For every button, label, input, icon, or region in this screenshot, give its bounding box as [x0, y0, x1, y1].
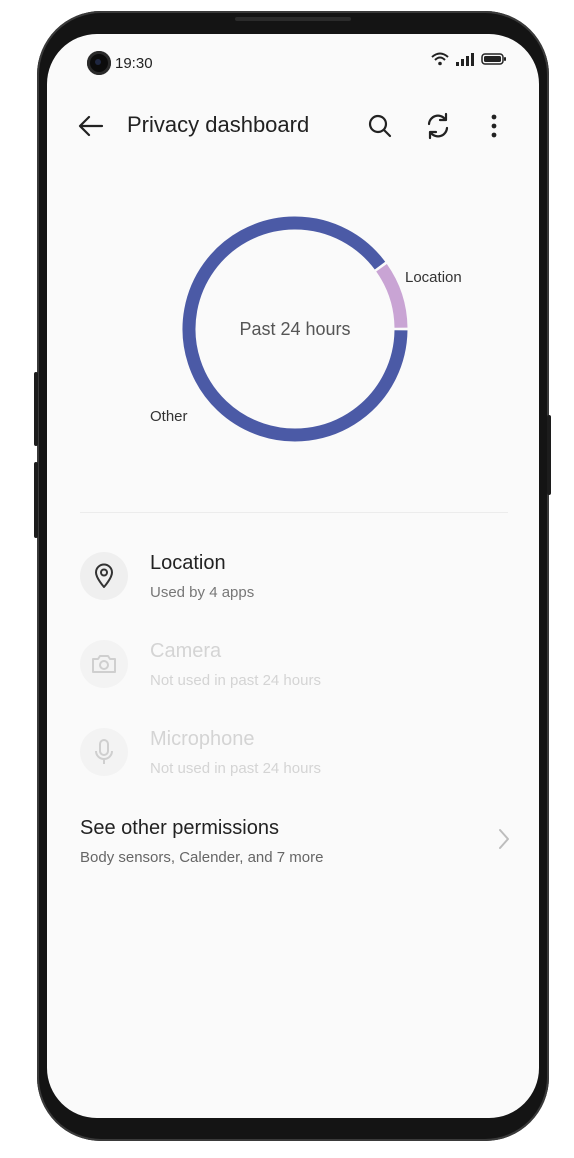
permission-subtitle: Not used in past 24 hours: [150, 760, 321, 777]
camera-icon: [92, 655, 116, 673]
microphone-icon: [95, 739, 113, 764]
location-pin-icon: [95, 563, 113, 588]
more-vert-icon: [491, 114, 497, 138]
back-arrow-icon: [78, 115, 104, 137]
back-button[interactable]: [74, 109, 108, 143]
other-permissions-subtitle: Body sensors, Calender, and 7 more: [80, 849, 324, 866]
other-permissions-title: See other permissions: [80, 817, 279, 839]
more-options-button[interactable]: [477, 109, 511, 143]
chevron-right-icon: [499, 829, 509, 849]
front-camera: [87, 51, 111, 75]
power-button: [547, 415, 551, 495]
signal-icon: [456, 53, 474, 66]
divider: [80, 512, 508, 513]
permission-title: Location: [150, 552, 226, 574]
battery-icon: [481, 53, 506, 65]
permission-subtitle: Used by 4 apps: [150, 584, 255, 601]
wifi-icon: [431, 52, 449, 66]
volume-down-button: [34, 462, 38, 538]
permission-title: Camera: [150, 640, 222, 662]
permission-row-camera[interactable]: Camera Not used in past 24 hours: [80, 634, 500, 694]
location-icon-circle: [80, 552, 128, 600]
volume-up-button: [34, 372, 38, 446]
see-other-permissions-row[interactable]: See other permissions Body sensors, Cale…: [80, 814, 510, 874]
permission-row-microphone[interactable]: Microphone Not used in past 24 hours: [80, 722, 500, 782]
camera-icon-circle: [80, 640, 128, 688]
permission-title: Microphone: [150, 728, 255, 750]
refresh-icon: [427, 112, 449, 140]
refresh-button[interactable]: [421, 109, 455, 143]
screen: 19:30 Privacy dashboard Past 24 hours Lo…: [47, 34, 539, 1118]
permission-row-location[interactable]: Location Used by 4 apps: [80, 546, 500, 606]
search-button[interactable]: [363, 109, 397, 143]
chart-label-location: Location: [405, 269, 462, 286]
chart-label-other: Other: [150, 408, 188, 425]
page-title: Privacy dashboard: [127, 112, 310, 137]
microphone-icon-circle: [80, 728, 128, 776]
usage-donut-chart: Past 24 hours: [175, 209, 415, 449]
status-icons: [431, 52, 507, 66]
search-icon: [368, 114, 392, 138]
status-time: 19:30: [115, 55, 153, 72]
chart-center-label: Past 24 hours: [239, 318, 351, 339]
earpiece-speaker: [235, 17, 351, 21]
permission-subtitle: Not used in past 24 hours: [150, 672, 321, 689]
